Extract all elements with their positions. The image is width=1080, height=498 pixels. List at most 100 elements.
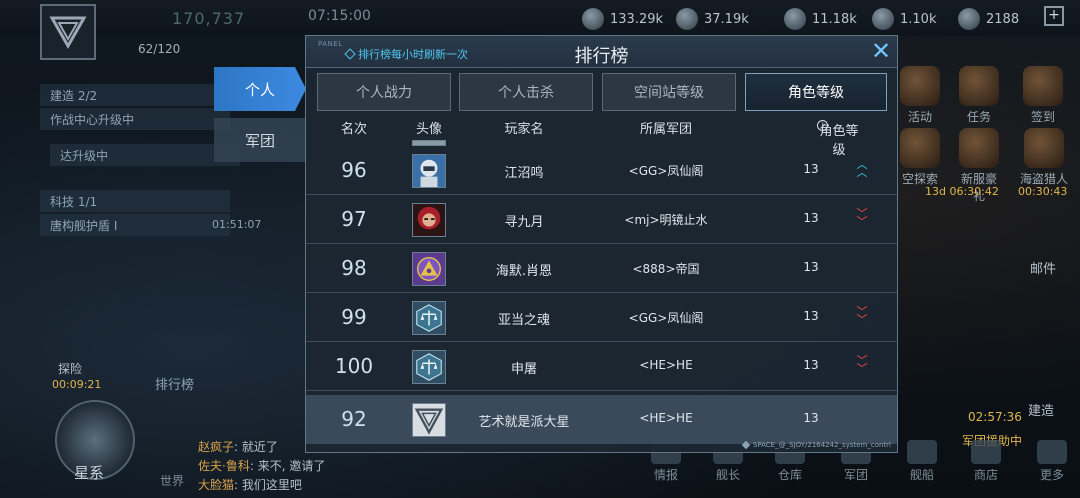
- rank-down-icon: ﹀ ﹀: [856, 305, 868, 326]
- ships-button[interactable]: 舰船: [900, 440, 944, 483]
- more-button[interactable]: 更多: [1030, 440, 1074, 483]
- resource-2: 37.19k: [676, 8, 749, 30]
- build-timer: 02:57:36: [968, 410, 1022, 424]
- table-row[interactable]: 98 海默.肖恩 <888>帝国 13: [306, 244, 897, 293]
- player-name: 亚当之魂: [497, 313, 550, 328]
- player-name: 江沼鸣: [504, 166, 544, 181]
- close-button[interactable]: ✕: [867, 38, 895, 66]
- table-row[interactable]: 97 寻九月 <mj>明镜止水 13 ﹀ ﹀: [306, 195, 897, 244]
- role-level: 13: [803, 162, 819, 176]
- tab-personal-power[interactable]: 个人战力: [317, 73, 451, 111]
- resource-1: 133.29k: [582, 8, 663, 30]
- legion-name: <HE>HE: [639, 411, 693, 425]
- robot-avatar-icon: [412, 154, 446, 188]
- table-header: 名次 头像 玩家名 所属军团 角色等级 i: [306, 116, 897, 158]
- explore-timer: 00:09:21: [52, 378, 102, 391]
- self-row[interactable]: 92 艺术就是派大星 <HE>HE 13: [306, 395, 897, 444]
- build-queue[interactable]: 建造 2/2: [40, 84, 230, 106]
- table-row[interactable]: 99 亚当之魂 <GG>凤仙阁 13 ﹀ ﹀: [306, 293, 897, 342]
- activity-button[interactable]: 活动: [897, 66, 943, 125]
- role-level: 13: [803, 358, 819, 372]
- add-currency-button[interactable]: +: [1044, 6, 1064, 26]
- eye-emblem-avatar-icon: [412, 252, 446, 286]
- resource-3: 11.18k: [784, 8, 857, 30]
- rank: 100: [334, 354, 374, 378]
- role-level: 13: [803, 260, 819, 274]
- tab-personal-kills[interactable]: 个人击杀: [459, 73, 593, 111]
- col-avatar: 头像: [415, 122, 442, 137]
- footer-note: SPACE_@_SJOY/2164242_system_contrl: [741, 440, 891, 450]
- tab-role-level[interactable]: 角色等级: [745, 73, 887, 111]
- power-value: 170,737: [172, 9, 246, 28]
- refresh-note: 排行榜每小时刷新一次: [344, 46, 468, 62]
- explore-event-button[interactable]: 空探索: [897, 128, 943, 187]
- mail-button[interactable]: 邮件: [1030, 258, 1056, 277]
- tab-station-level[interactable]: 空间站等级: [602, 73, 736, 111]
- chat-line: 大脸猫: 我们这里吧: [198, 478, 302, 492]
- shop-button[interactable]: 商店: [964, 440, 1008, 483]
- build-task-2[interactable]: 达升级中: [50, 144, 240, 166]
- resource-5: 2188: [958, 8, 1019, 30]
- tech-timer: 01:51:07: [212, 218, 262, 231]
- rank: 98: [341, 256, 367, 280]
- server-time: 07:15:00: [308, 8, 371, 24]
- resource-icon: [676, 8, 698, 30]
- rank-up-icon: ︿ ︿: [856, 158, 868, 179]
- galaxy-label: 星系: [74, 464, 105, 482]
- table-row[interactable]: 96 江沼鸣 <GG>凤仙阁 13 ︿ ︿: [306, 146, 897, 195]
- resource-icon: [582, 8, 604, 30]
- role-level: 13: [803, 211, 819, 225]
- player-emblem[interactable]: [40, 4, 96, 60]
- tech-queue[interactable]: 科技 1/1: [40, 190, 230, 212]
- player-name: 寻九月: [504, 215, 544, 230]
- level-progress: 62/120: [138, 42, 181, 56]
- explore-button[interactable]: 探险: [58, 360, 82, 377]
- rank: 97: [341, 207, 367, 231]
- ranking-panel: PANEL 排行榜每小时刷新一次 排行榜 ✕ 个人战力 个人击杀 空间站等级 角…: [305, 35, 898, 453]
- sign-in-button[interactable]: 签到: [1020, 66, 1066, 125]
- resource-icon: [784, 8, 806, 30]
- info-icon[interactable]: i: [817, 120, 828, 131]
- task-button[interactable]: 任务: [956, 66, 1002, 125]
- build-button[interactable]: 建造: [1028, 400, 1054, 419]
- rank: 99: [341, 305, 367, 329]
- table-row[interactable]: 100 申屠 <HE>HE 13 ﹀ ﹀: [306, 342, 897, 391]
- pirate-timer: 00:30:43: [1018, 185, 1068, 198]
- col-rank: 名次: [340, 122, 367, 137]
- red-hair-avatar-icon: [412, 203, 446, 237]
- player-name: 海默.肖恩: [495, 264, 553, 279]
- close-icon: ✕: [870, 37, 892, 65]
- role-level: 13: [803, 309, 819, 323]
- rank-down-icon: ﹀ ﹀: [856, 354, 868, 375]
- panel-tag: PANEL: [318, 40, 343, 48]
- chat-line: 佐夫·鲁科: 来不, 邀请了: [198, 459, 326, 473]
- tab-personal[interactable]: 个人: [214, 67, 306, 111]
- ranklist-shortcut[interactable]: 排行榜: [155, 374, 194, 393]
- rank: 96: [341, 158, 367, 182]
- chat-line: 赵疯子: 就近了: [198, 440, 278, 454]
- resource-4: 1.10k: [872, 8, 936, 30]
- gold-icon: [958, 8, 980, 30]
- scales-emblem-avatar-icon: [412, 350, 446, 384]
- legion-name: <mj>明镜止水: [624, 213, 708, 227]
- world-chat-tab[interactable]: 世界: [160, 472, 184, 489]
- legion-name: <GG>凤仙阁: [628, 164, 704, 178]
- triangle-emblem-avatar-icon: [412, 403, 446, 437]
- role-level: 13: [803, 411, 819, 425]
- triangle-emblem-icon: [49, 16, 87, 50]
- resource-icon: [872, 8, 894, 30]
- tab-legion[interactable]: 军团: [214, 118, 306, 162]
- pirate-hunter-button[interactable]: 海盗猎人: [1018, 128, 1070, 187]
- legion-name: <888>帝国: [632, 262, 700, 276]
- player-name: 艺术就是派大星: [478, 415, 570, 430]
- diamond-icon: [741, 440, 751, 450]
- tech-task[interactable]: 唐构舰护盾 I: [40, 214, 230, 236]
- scales-emblem-avatar-icon: [412, 301, 446, 335]
- gift-timer: 13d 06:30:42: [925, 185, 999, 198]
- rank-down-icon: ﹀ ﹀: [856, 207, 868, 228]
- player-name: 申屠: [510, 362, 537, 377]
- col-player: 玩家名: [504, 122, 544, 137]
- build-task-1[interactable]: 作战中心升级中: [40, 108, 230, 130]
- diamond-icon: [344, 48, 356, 60]
- rank: 92: [341, 407, 367, 431]
